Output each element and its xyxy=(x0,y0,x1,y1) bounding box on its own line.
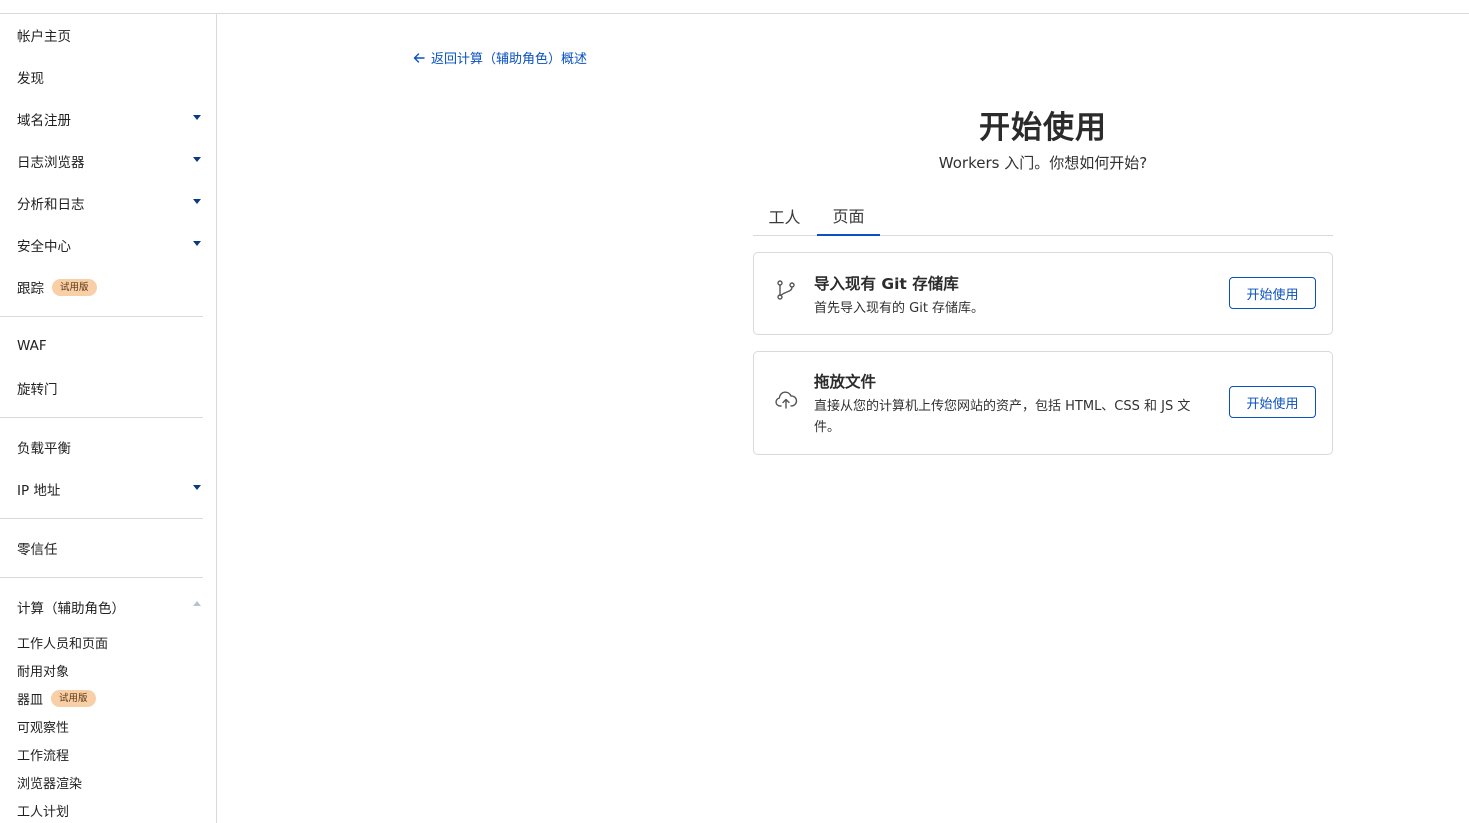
sidebar-item-label: 跟踪 xyxy=(17,281,44,297)
chevron-down-icon xyxy=(193,199,201,204)
tab-label: 工人 xyxy=(768,208,801,227)
sidebar-divider xyxy=(0,417,203,418)
chevron-down-icon xyxy=(193,157,201,162)
sidebar-item-account-home[interactable]: 帐户主页 xyxy=(0,14,216,56)
chevron-up-icon xyxy=(193,601,201,606)
sidebar-subitem-observability[interactable]: 可观察性 xyxy=(0,712,216,740)
page-subtitle: Workers 入门。你想如何开始? xyxy=(938,154,1148,172)
sidebar-item-label: IP 地址 xyxy=(17,483,61,499)
sidebar-divider xyxy=(0,577,203,578)
sidebar-item-trace[interactable]: 跟踪 试用版 xyxy=(0,266,216,308)
sidebar-divider xyxy=(0,316,203,317)
sidebar: 帐户主页 发现 域名注册 日志浏览器 分析和日志 安全中心 跟踪 试用版 WAF … xyxy=(0,14,217,823)
card-description: 首先导入现有的 Git 存储库。 xyxy=(814,301,985,316)
sidebar-item-label: 日志浏览器 xyxy=(17,155,85,171)
top-bar xyxy=(0,0,1469,14)
sidebar-item-ip-addresses[interactable]: IP 地址 xyxy=(0,468,216,510)
tab-pages[interactable]: 页面 xyxy=(817,196,880,236)
sidebar-subitem-label: 器皿 xyxy=(17,692,44,708)
sidebar-item-domain-registration[interactable]: 域名注册 xyxy=(0,98,216,140)
sidebar-item-label: 零信任 xyxy=(17,542,58,558)
sidebar-subitem-workers-pages[interactable]: 工作人员和页面 xyxy=(0,628,216,656)
chevron-down-icon xyxy=(193,485,201,490)
sidebar-item-label: 旋转门 xyxy=(17,382,58,398)
tab-workers[interactable]: 工人 xyxy=(753,196,816,236)
sidebar-subitem-label: 工人计划 xyxy=(17,804,70,820)
sidebar-subitem-label: 可观察性 xyxy=(17,720,70,736)
sidebar-item-label: 发现 xyxy=(17,71,44,87)
import-git-start-button[interactable]: 开始使用 xyxy=(1229,277,1316,309)
beta-badge: 试用版 xyxy=(51,689,96,707)
sidebar-item-label: WAF xyxy=(17,338,47,354)
sidebar-item-load-balancing[interactable]: 负载平衡 xyxy=(0,426,216,468)
back-link[interactable]: 返回计算（辅助角色）概述 xyxy=(411,48,587,67)
arrow-left-icon xyxy=(413,52,425,63)
back-link-label: 返回计算（辅助角色）概述 xyxy=(431,52,588,67)
sidebar-subitem-label: 工作流程 xyxy=(17,748,70,764)
sidebar-subitem-workflows[interactable]: 工作流程 xyxy=(0,740,216,768)
sidebar-subitem-workers-plans[interactable]: 工人计划 xyxy=(0,796,216,823)
sidebar-item-waf[interactable]: WAF xyxy=(0,325,216,367)
sidebar-item-label: 帐户主页 xyxy=(17,29,71,45)
sidebar-item-security-center[interactable]: 安全中心 xyxy=(0,224,216,266)
sidebar-item-log-explorer[interactable]: 日志浏览器 xyxy=(0,140,216,182)
sidebar-subitem-label: 耐用对象 xyxy=(17,664,70,680)
sidebar-subitem-label: 工作人员和页面 xyxy=(17,636,109,652)
main-content: 返回计算（辅助角色）概述 开始使用 Workers 入门。你想如何开始? 工人 … xyxy=(218,14,1469,823)
sidebar-item-label: 负载平衡 xyxy=(17,441,71,457)
beta-badge: 试用版 xyxy=(52,278,97,296)
sidebar-subitem-containers[interactable]: 器皿 试用版 xyxy=(0,684,216,712)
sidebar-item-zero-trust[interactable]: 零信任 xyxy=(0,527,216,569)
sidebar-item-label: 域名注册 xyxy=(17,113,71,129)
git-branch-icon xyxy=(777,280,795,300)
page-title: 开始使用 xyxy=(979,110,1107,146)
card-title: 导入现有 Git 存储库 xyxy=(814,275,959,293)
drag-drop-card: 拖放文件 直接从您的计算机上传您网站的资产，包括 HTML、CSS 和 JS 文… xyxy=(753,351,1333,455)
cloud-upload-icon xyxy=(775,391,798,409)
sidebar-item-label: 计算（辅助角色） xyxy=(17,601,125,617)
tab-bar: 工人 页面 xyxy=(753,196,1333,236)
drag-drop-start-button[interactable]: 开始使用 xyxy=(1229,386,1316,418)
sidebar-item-discover[interactable]: 发现 xyxy=(0,56,216,98)
import-git-card: 导入现有 Git 存储库 首先导入现有的 Git 存储库。 开始使用 xyxy=(753,252,1333,335)
sidebar-subitem-durable-objects[interactable]: 耐用对象 xyxy=(0,656,216,684)
card-title: 拖放文件 xyxy=(814,373,877,391)
sidebar-item-compute-workers[interactable]: 计算（辅助角色） xyxy=(0,586,216,628)
tab-label: 页面 xyxy=(832,207,865,226)
sidebar-item-label: 分析和日志 xyxy=(17,197,85,213)
sidebar-divider xyxy=(0,518,203,519)
sidebar-subitem-browser-rendering[interactable]: 浏览器渲染 xyxy=(0,768,216,796)
card-description: 直接从您的计算机上传您网站的资产，包括 HTML、CSS 和 JS 文件。 xyxy=(814,399,1191,435)
chevron-down-icon xyxy=(193,115,201,120)
sidebar-subitem-label: 浏览器渲染 xyxy=(17,776,83,792)
sidebar-item-turnstile[interactable]: 旋转门 xyxy=(0,367,216,409)
sidebar-item-label: 安全中心 xyxy=(17,239,71,255)
chevron-down-icon xyxy=(193,241,201,246)
sidebar-item-analytics-logs[interactable]: 分析和日志 xyxy=(0,182,216,224)
